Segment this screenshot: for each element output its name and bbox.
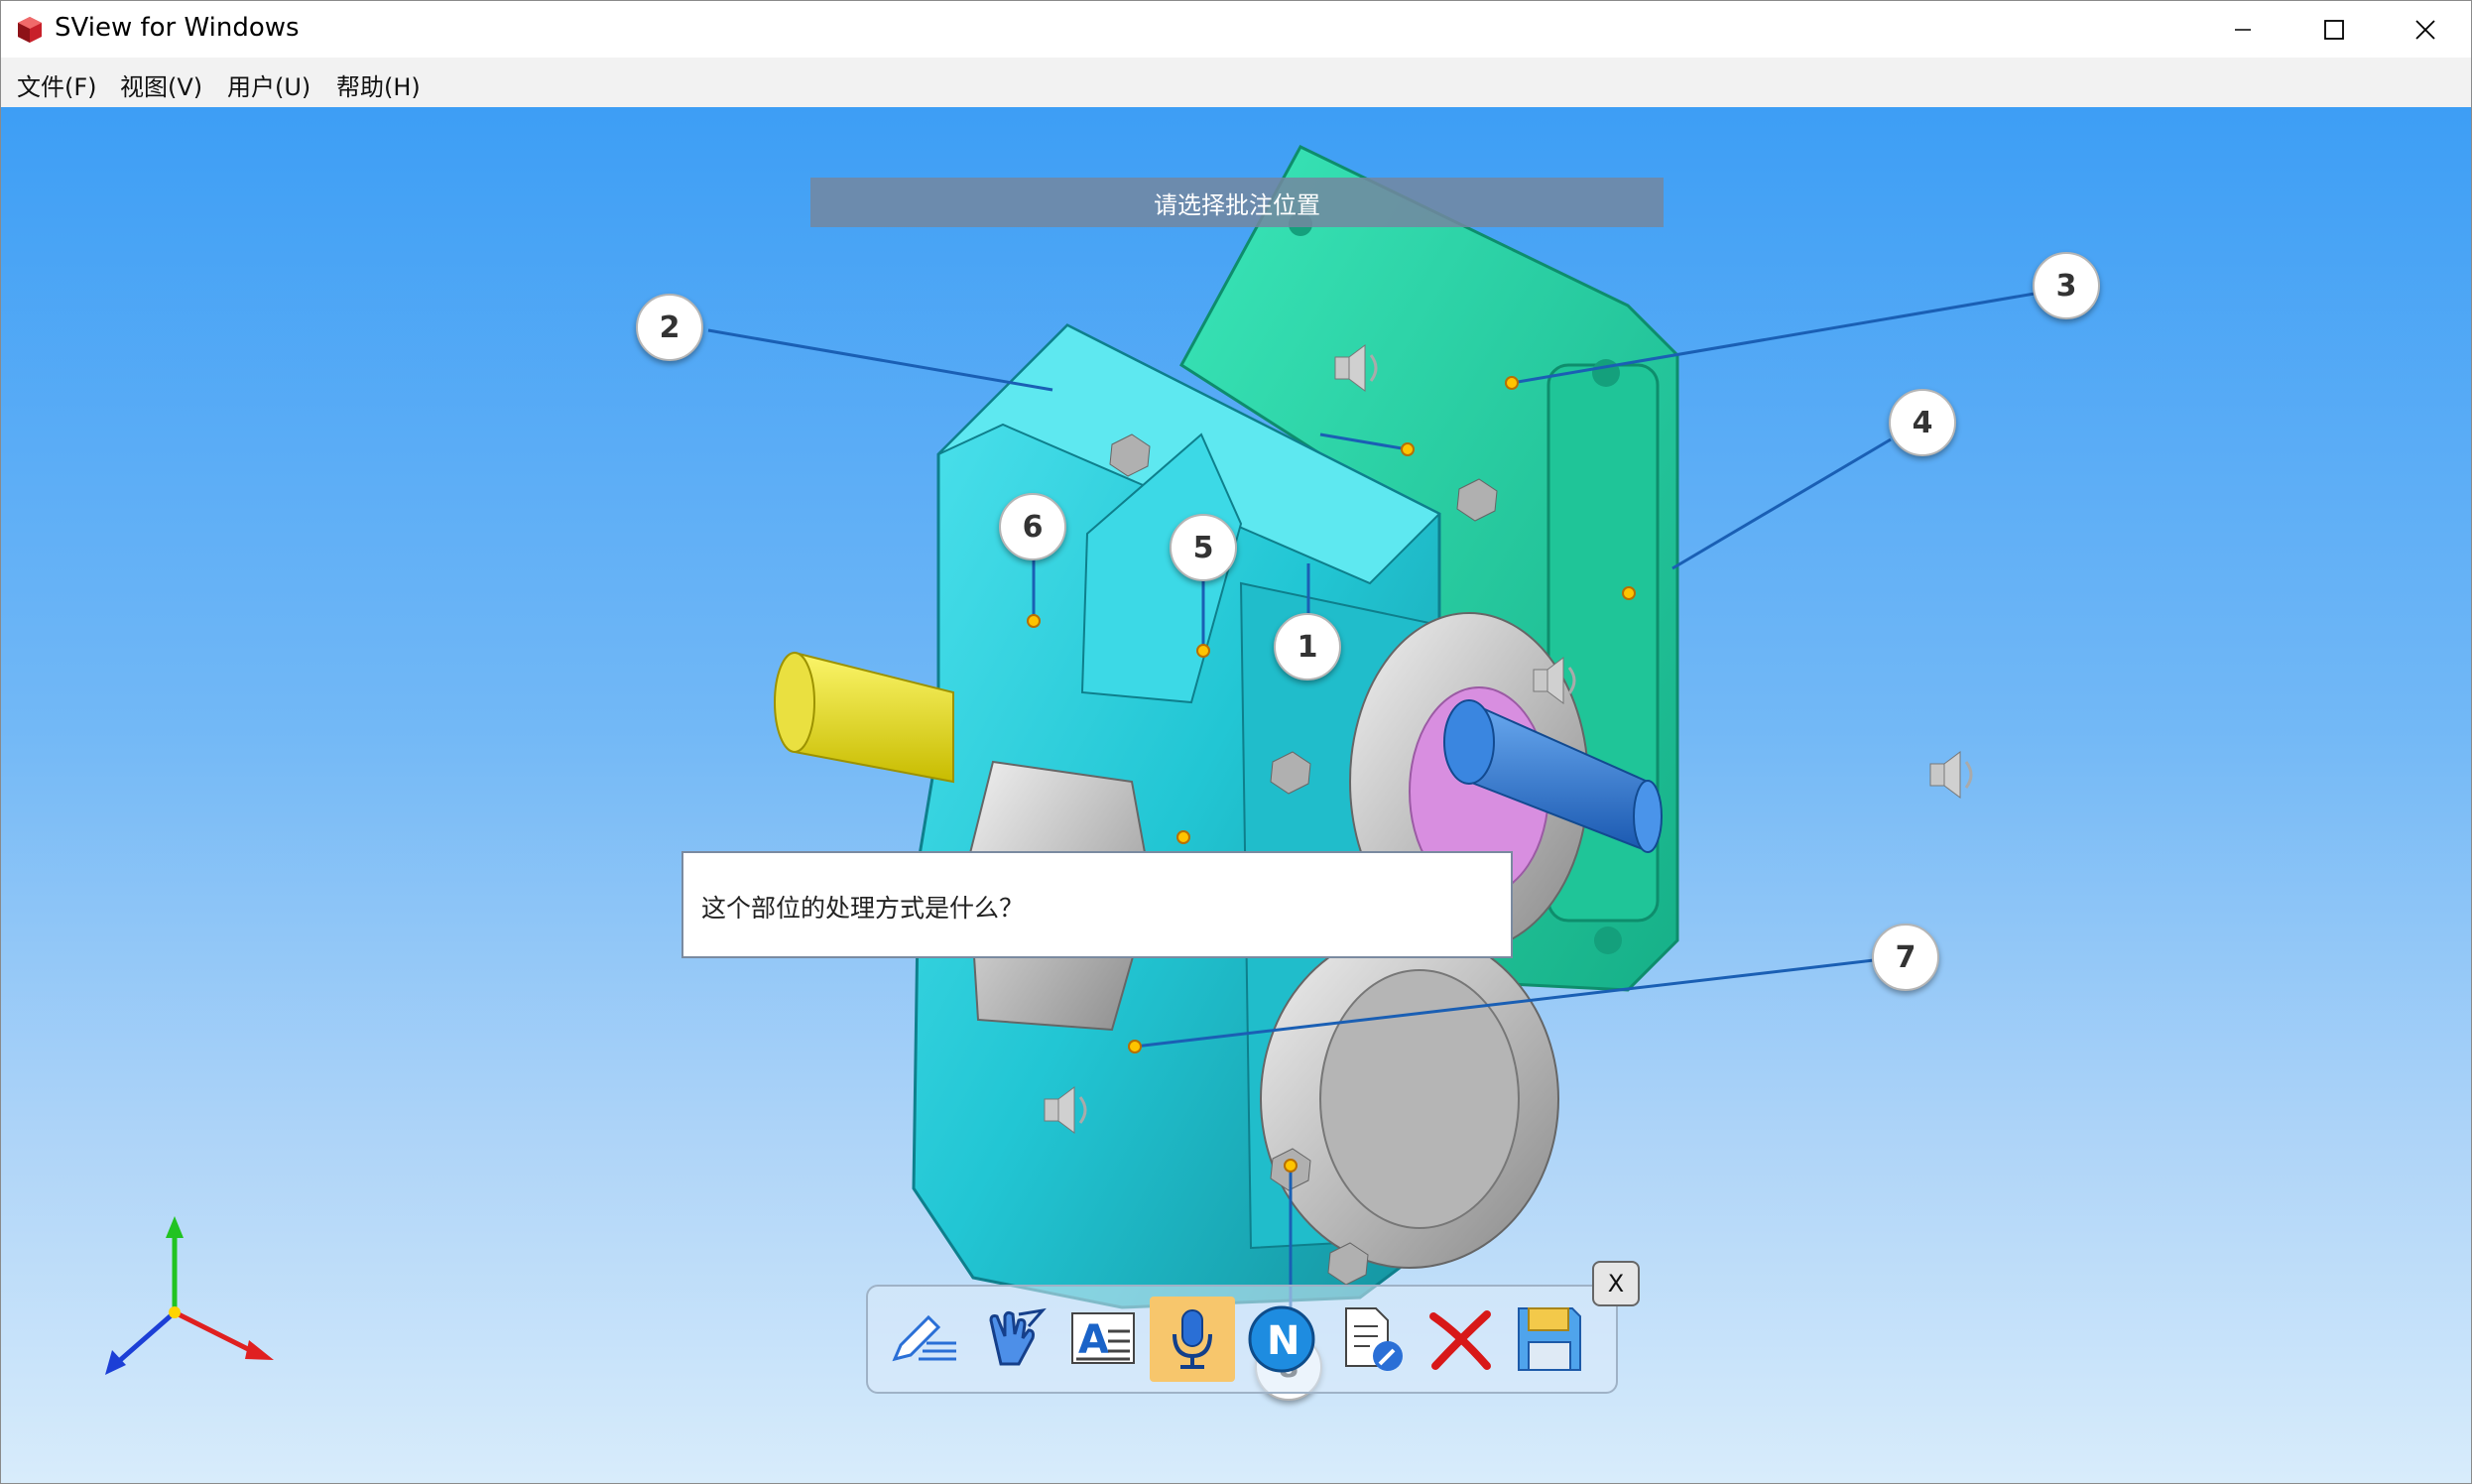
maximize-icon [2324,19,2344,40]
annotation-note-box[interactable]: 这个部位的处理方式是什么？ [681,851,1513,958]
menu-view[interactable]: 视图(V) [120,67,202,102]
annotation-note-text[interactable]: 这个部位的处理方式是什么？ [701,889,1024,925]
voice-note-button[interactable] [1150,1297,1235,1382]
text-note-button[interactable]: A [1060,1297,1146,1382]
balloon-4[interactable]: 4 [1889,389,1956,456]
title-bar: SView for Windows [1,1,2471,58]
hand-pointer-icon [989,1307,1047,1366]
pencil-annotation-button[interactable] [882,1297,967,1382]
menu-help[interactable]: 帮助(H) [336,67,421,102]
sview-logo-icon [18,17,42,43]
document-edit-icon [1345,1307,1403,1371]
app-window: SView for Windows 文件(F) 视图(V) 用户(U) 帮助(H… [0,0,2472,1484]
red-x-delete-icon [1429,1310,1491,1370]
close-button[interactable] [2380,1,2471,58]
edit-document-button[interactable] [1328,1297,1414,1382]
menu-file[interactable]: 文件(F) [17,67,97,102]
floppy-save-icon [1518,1307,1581,1371]
toolbar-close-button[interactable]: X [1592,1261,1640,1306]
minimize-icon [2235,28,2251,31]
svg-text:A: A [1078,1317,1109,1363]
annotation-toolbar: A N [866,1285,1618,1394]
hand-pointer-button[interactable] [971,1297,1056,1382]
menu-user[interactable]: 用户(U) [227,67,310,102]
3d-viewport[interactable]: 请选择批注位置 1 2 3 4 5 6 7 8 这个部位的处理方式是什么？ [1,107,2471,1483]
menu-bar: 文件(F) 视图(V) 用户(U) 帮助(H) [1,58,2471,107]
maximize-button[interactable] [2288,1,2380,58]
window-title: SView for Windows [55,13,300,43]
microphone-icon [1173,1309,1212,1369]
axis-triad [105,1216,274,1375]
n-circle-icon: N [1248,1305,1315,1373]
balloon-2[interactable]: 2 [636,294,703,361]
delete-button[interactable] [1418,1297,1503,1382]
text-document-icon: A [1071,1312,1135,1364]
speaker-icon[interactable] [1929,751,1973,799]
balloon-1[interactable]: 1 [1274,613,1341,680]
status-banner: 请选择批注位置 [810,178,1664,227]
svg-text:N: N [1267,1318,1299,1364]
numbered-balloon-button[interactable]: N [1239,1297,1324,1382]
balloon-7[interactable]: 7 [1872,924,1939,991]
save-button[interactable] [1507,1297,1592,1382]
gearbox-model[interactable] [1,107,2471,1483]
balloon-5[interactable]: 5 [1170,514,1237,581]
balloon-6[interactable]: 6 [999,493,1066,560]
pencil-annotation-icon [892,1314,956,1362]
minimize-button[interactable] [2197,1,2288,58]
balloon-3[interactable]: 3 [2033,252,2100,319]
close-icon [2415,19,2435,40]
